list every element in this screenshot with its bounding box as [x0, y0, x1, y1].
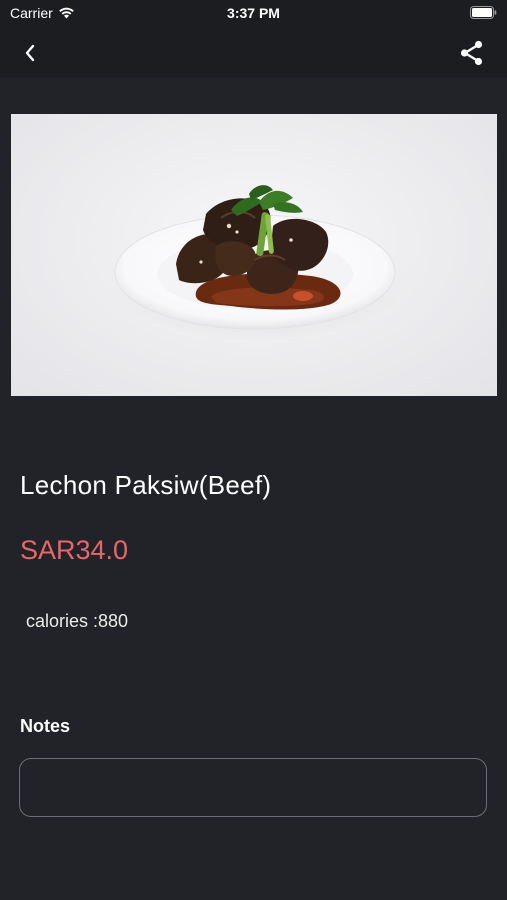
back-button[interactable] [16, 39, 44, 67]
notes-label: Notes [20, 716, 71, 736]
notes-input[interactable] [19, 758, 487, 817]
share-button[interactable] [457, 38, 487, 68]
navigation-bar [0, 28, 507, 78]
battery-icon [470, 6, 497, 24]
product-image [11, 114, 497, 396]
product-title: Lechon Paksiw(Beef) [20, 470, 272, 500]
chevron-left-icon [25, 44, 35, 62]
status-time: 3:37 PM [227, 5, 280, 21]
product-calories: calories :880 [26, 611, 129, 631]
product-price: SAR34.0 [20, 535, 129, 565]
share-icon [460, 40, 483, 66]
status-bar: Carrier 3:37 PM [0, 0, 507, 28]
